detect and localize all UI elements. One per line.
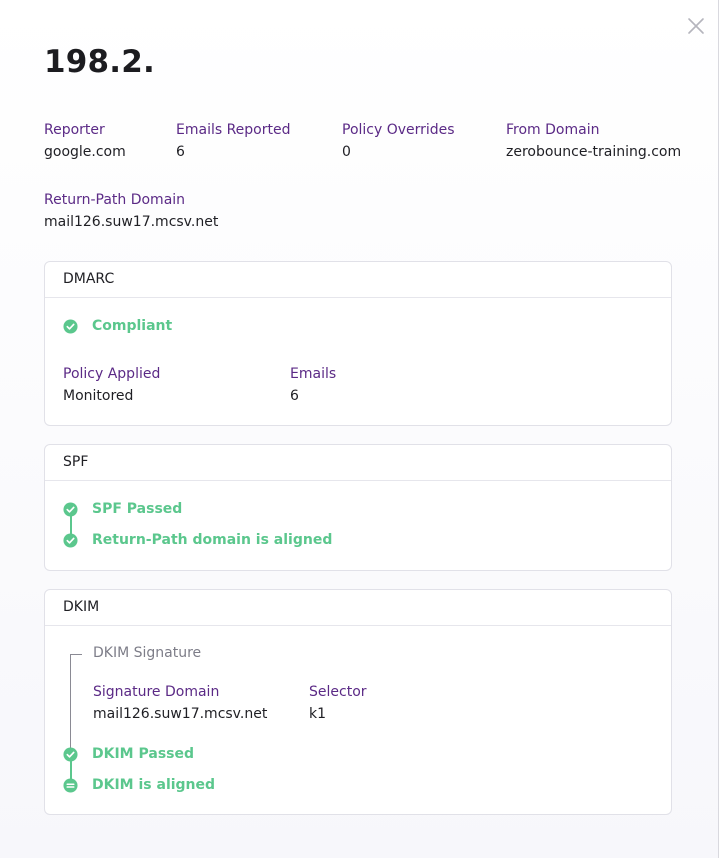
dmarc-emails-label: Emails bbox=[290, 366, 337, 382]
close-icon[interactable] bbox=[686, 16, 706, 36]
dkim-signature-title: DKIM Signature bbox=[93, 645, 202, 661]
policy-applied-field: Policy Applied Monitored bbox=[63, 366, 160, 404]
reporter-label: Reporter bbox=[44, 122, 105, 138]
dmarc-emails-field: Emails 6 bbox=[290, 366, 336, 404]
from-domain-field: From Domain zerobounce-training.com bbox=[506, 122, 681, 160]
signature-domain-value: mail126.suw17.mcsv.net bbox=[93, 706, 268, 722]
from-domain-label: From Domain bbox=[506, 122, 600, 138]
spf-check-item: SPF Passed bbox=[63, 501, 182, 517]
dkim-header: DKIM bbox=[45, 590, 671, 626]
selector-label: Selector bbox=[309, 684, 367, 700]
spf-check-item: Return-Path domain is aligned bbox=[63, 532, 332, 548]
check-circle-icon bbox=[63, 318, 78, 334]
dkim-check-item: DKIM Passed bbox=[63, 746, 194, 762]
policy-overrides-value: 0 bbox=[342, 144, 351, 160]
emails-reported-value: 6 bbox=[176, 144, 185, 160]
selector-field: Selector k1 bbox=[309, 684, 367, 722]
dkim-panel: DKIM DKIM Signature Signature Domain mai… bbox=[44, 589, 672, 815]
policy-applied-value: Monitored bbox=[63, 388, 134, 404]
return-path-domain-label: Return-Path Domain bbox=[44, 192, 186, 208]
spf-check-text: SPF Passed bbox=[92, 501, 183, 517]
check-circle-icon bbox=[63, 501, 78, 517]
spf-check-text: Return-Path domain is aligned bbox=[92, 532, 333, 548]
policy-overrides-label: Policy Overrides bbox=[342, 122, 455, 138]
dmarc-emails-value: 6 bbox=[290, 388, 299, 404]
check-circle-icon bbox=[63, 746, 78, 762]
dmarc-panel: DMARC Compliant Policy Applied Monitored… bbox=[44, 261, 672, 426]
dmarc-status-text: Compliant bbox=[92, 318, 173, 334]
check-circle-icon bbox=[63, 532, 78, 548]
return-path-domain-field: Return-Path Domain mail126.suw17.mcsv.ne… bbox=[44, 192, 218, 230]
reporter-field: Reporter google.com bbox=[44, 122, 126, 160]
page-title: 198.2. bbox=[44, 44, 156, 80]
emails-reported-field: Emails Reported 6 bbox=[176, 122, 291, 160]
dkim-check-text: DKIM Passed bbox=[92, 746, 194, 762]
policy-overrides-field: Policy Overrides 0 bbox=[342, 122, 455, 160]
from-domain-value: zerobounce-training.com bbox=[506, 144, 682, 160]
emails-reported-label: Emails Reported bbox=[176, 122, 291, 138]
policy-applied-label: Policy Applied bbox=[63, 366, 161, 382]
equal-circle-icon bbox=[63, 777, 78, 793]
signature-domain-field: Signature Domain mail126.suw17.mcsv.net bbox=[93, 684, 267, 722]
signature-tree-trunk bbox=[70, 654, 71, 754]
signature-tree-branch bbox=[70, 654, 82, 655]
dkim-check-text: DKIM is aligned bbox=[92, 777, 216, 793]
dkim-check-item: DKIM is aligned bbox=[63, 777, 215, 793]
return-path-domain-value: mail126.suw17.mcsv.net bbox=[44, 214, 219, 230]
selector-value: k1 bbox=[309, 706, 327, 722]
reporter-value: google.com bbox=[44, 144, 126, 160]
report-detail-modal: 198.2. Reporter google.com Emails Report… bbox=[0, 0, 719, 858]
dmarc-header: DMARC bbox=[45, 262, 671, 298]
spf-header: SPF bbox=[45, 445, 671, 481]
signature-domain-label: Signature Domain bbox=[93, 684, 220, 700]
spf-panel: SPF SPF Passed Return-Path domain is ali… bbox=[44, 444, 672, 571]
dmarc-status: Compliant bbox=[63, 318, 172, 334]
